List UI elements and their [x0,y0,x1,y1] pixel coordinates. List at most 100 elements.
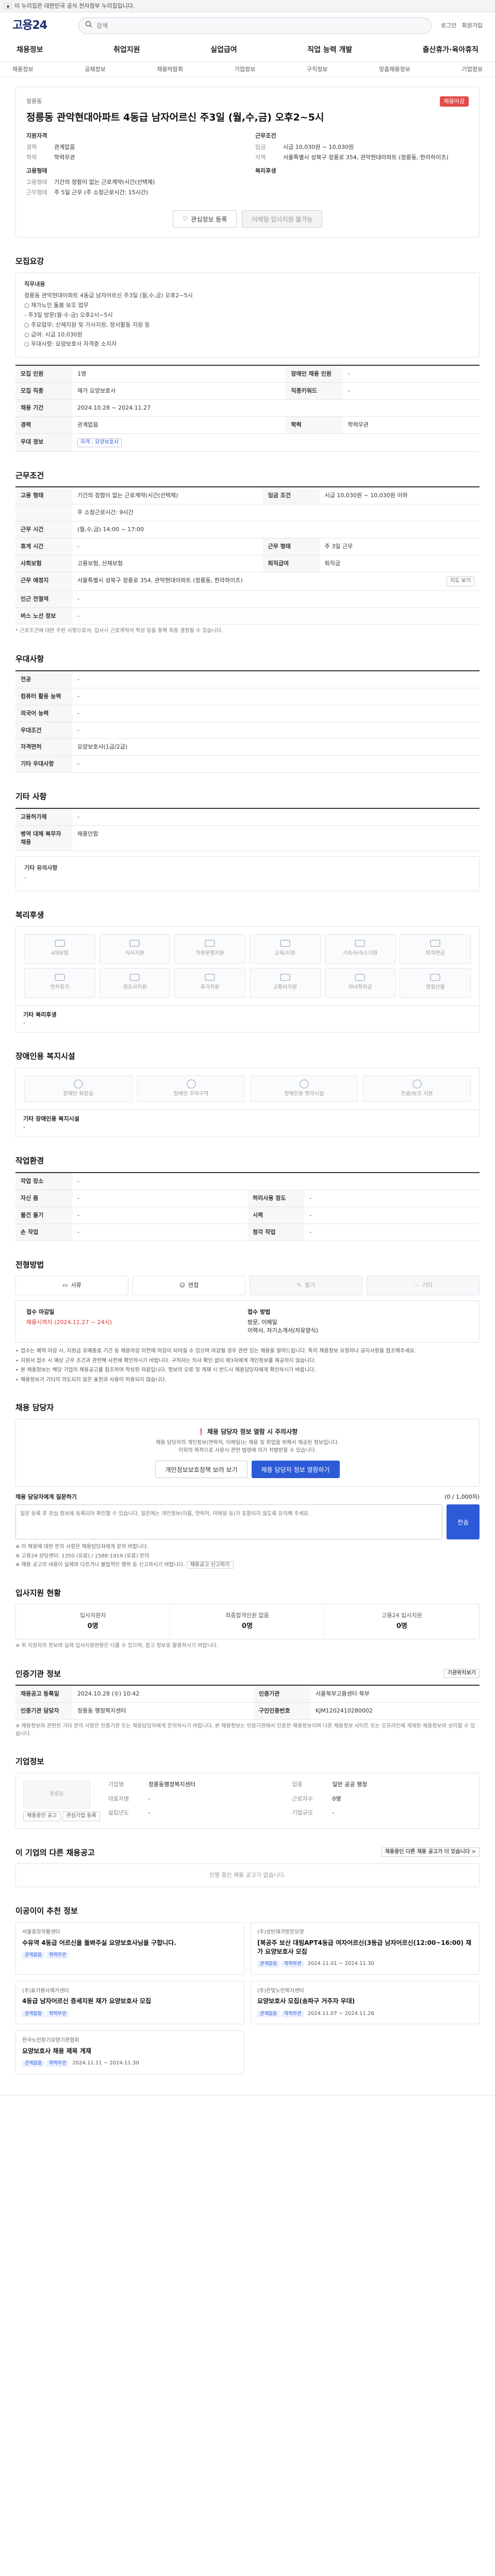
qna-submit-button[interactable]: 전송 [447,1504,480,1540]
subnav-item[interactable]: 기업정보 [235,65,255,74]
reco-org: 한국노인장기요양기관협회 [22,2038,79,2044]
table-row: 버스 노선 정보 - [15,607,480,625]
subnav-item[interactable]: 구직정보 [307,65,327,74]
scrap-button[interactable]: ♡ 관심정보 등록 [172,210,237,228]
show-contact-button[interactable]: 채용 담당자 정보 열람하기 [251,1461,340,1479]
welfare-label: 교통비지원 [273,985,297,991]
company-logo: 정릉동 [23,1781,90,1809]
extra-table: 전공 - 컴퓨터 활용 능력 - 외국어 능력 - 우대조건 - 자격면허 요양보호사(1… [15,670,480,773]
contact-notes: ※ 이 채용에 대한 문의 사항은 채용담당자에게 문의 바랍니다. ※ 고용2… [15,1544,480,1569]
reco-title[interactable]: 4동급 남자어르신 증세지원 재가 요양보호사 모집 [22,1997,238,2006]
footer [0,2094,495,2136]
company-info: 기업명 정릉동행정복지센터 업종 일반 공공 행정 대표자명 - 근로자수 0명 설립년… [108,1781,472,1821]
login-link[interactable]: 로그인 [441,22,456,30]
disability-other-value: - [23,1124,25,1131]
row-value: - [72,688,480,705]
row-key: 직종키워드 [286,382,343,400]
qna-textarea[interactable] [15,1504,442,1540]
tuition-icon [355,974,366,981]
reco-title[interactable]: 요양보호사 채용 제목 게재 [22,2047,238,2056]
status-badge: 채용마감 [439,96,469,107]
subnav-item[interactable]: 채용박람회 [157,65,183,74]
table-row: 고용허가제 - [15,808,480,826]
contact-note: ※ 이 채용에 대한 문의 사항은 채용담당자에게 문의 바랍니다. [15,1544,148,1550]
nav-item-unemployment[interactable]: 실업급여 [206,45,241,55]
welfare-label: 휴가지원 [200,985,220,991]
apply-chip-label: 필기 [304,1282,316,1289]
nav-item-leave[interactable]: 출산휴가·육아휴직 [419,45,483,55]
subnav-item[interactable]: 기업정보 [462,65,483,74]
recruit-section: 모집요강 직무내용 정릉동 관악현대아파트 4동급 남자어르신 주3일 (월,수… [15,256,480,452]
nav-item-training[interactable]: 직업 능력 개발 [303,45,356,55]
welfare-label: 차량운행지원 [195,951,224,957]
privacy-policy-button[interactable]: 개인정보보호정책 보러 보기 [155,1461,248,1479]
recommend-card[interactable]: (주)성빈재가방문요양 [북공주 보산 대림APT4동급 여자어르신(3등급 남… [251,1922,480,1975]
map-button[interactable]: 지도 보기 [447,577,474,586]
subnav-item[interactable]: 채용정보 [12,65,33,74]
nav-item-support[interactable]: 취업지원 [109,45,144,55]
row-value: 퇴직금 [319,555,480,573]
welfare-item: 연차휴가 [24,968,95,998]
row-key: 인증기관 [253,1685,310,1703]
section-title: 이 기업의 다른 채용공고 [15,1848,95,1857]
meal-icon [129,940,140,947]
recommend-card[interactable]: (주)효가봉사재가센터 4동급 남자어르신 증세지원 재가 요양보호사 모집 관… [15,1980,244,2025]
search-input[interactable] [96,22,425,29]
row-key: 구인인증번호 [253,1702,310,1720]
site-logo[interactable]: 고용24 [12,18,69,34]
disability-section: 장애인용 복지시설 장애인 화장실 장애인 주차구역 장애인용 편의시설 진료/… [15,1051,480,1138]
welfare-item: 명절선물 [400,968,471,998]
job-org-name: 정릉동 [26,98,42,105]
section-title: 인증기관 정보 [15,1669,61,1679]
subnav-item[interactable]: 공채정보 [85,65,105,74]
accessibility-icon [299,1079,309,1089]
search-bar[interactable] [78,18,432,34]
scrap-label: 관심정보 등록 [191,215,227,223]
main-nav: 채용정보 취업지원 실업급여 직업 능력 개발 출산휴가·육아휴직 [0,39,495,62]
nav-item-jobs[interactable]: 채용정보 [12,45,47,55]
welfare-other-value: - [23,1019,25,1026]
reco-tag: 관계없음 [257,2010,280,2018]
row-value: 주 3일 근무 [319,538,480,556]
recommend-card[interactable]: 한국노인장기요양기관협회 요양보호사 채용 제목 게재 관계없음 학력무관 202… [15,2030,244,2074]
table-row: 전공 - [15,670,480,688]
stat-label: 최종합격인원 없음 [225,1612,269,1619]
row-value: - [342,365,480,383]
contact-warning: ❗ 채용 담당자 정보 열람 시 주의사항 [24,1428,471,1436]
workenv-section: 작업환경 작업 장소 - 자신 몸 - 허리사용 정도 - 물건 들기 - 시력 - 손 작업… [15,1156,480,1241]
subnav-item[interactable]: 맞춤채용정보 [379,65,410,74]
conditions-note: * 근로조건에 대한 주된 사항으로서, 입사시 근로계약서 작성 등을 통해 … [15,628,223,634]
korea-flag-icon [4,3,11,9]
recommend-card[interactable]: (주)은빛노인복지센터 요양보호사 모집(송파구 거주자 우대) 관계없음 학력무… [251,1980,480,2025]
reco-title[interactable]: 요양보호사 모집(송파구 거주자 우대) [257,1997,473,2006]
search-icon[interactable] [85,21,92,31]
duty-title: 직무내용 [24,280,45,287]
duty-line: ○ 급여: 시급 10,030원 [24,331,82,338]
others-more-link[interactable]: 채용중인 다른 채용 공고가 더 있습니다 > [381,1847,480,1857]
document-icon: ▭ [62,1282,68,1289]
row-value: 2024.10.28 ~ 2024.11.27 [72,399,480,417]
recommend-card[interactable]: 서울중앙자활센터 수유역 4동급 어르신을 돌봐주실 요양보호사님을 구합니다.… [15,1922,244,1975]
company-scrap-button[interactable]: 관심기업 등록 [62,1811,100,1821]
conditions-table: 고용 형태 기간의 정함이 없는 근로계약(시간(선택제) 임금 조건 시급 10,0… [15,486,480,625]
company-jobs-button[interactable]: 채용중인 공고 [23,1811,61,1821]
disability-other-label: 기타 장애인용 복지시설 [23,1115,79,1123]
reco-title[interactable]: 수유역 4동급 어르신을 돌봐주실 요양보호사님을 구합니다. [22,1939,238,1947]
row-key: 기타 우대사항 [15,755,72,773]
summary-value: 기간의 정함이 없는 근로계약(시간(선택제) [54,179,155,186]
info-value: 정릉동행정복지센터 [148,1781,195,1788]
row-key: 버스 노선 정보 [15,607,72,625]
contact-sub2: 이외의 목적으로 사용시 관련 법령에 의거 처벌받을 수 있습니다. [178,1447,317,1453]
signup-link[interactable]: 회원가입 [462,22,483,30]
welfare-box: 4대보험 식사지원 차량운행지원 교육/지원 기숙사/숙소지원 퇴직연금 연차휴… [15,926,480,1006]
table-row: 인근 전철역 - [15,590,480,608]
apply-button[interactable]: 이메일·입사지원 불가능 [242,210,323,228]
etc-memo-box: 기타 유의사항 - [15,856,480,891]
agency-map-button[interactable]: 기관위치보기 [443,1668,480,1679]
report-button[interactable]: 채용공고 신고하기 [186,1561,234,1569]
table-row: 주 소정근로시간: 9시간 [15,504,480,522]
reco-title[interactable]: [북공주 보산 대림APT4동급 여자어르신(3등급 남자어르신(12:00~1… [257,1939,473,1957]
row-key: 휴게 시간 [15,538,72,556]
table-row: 컴퓨터 활용 능력 - [15,688,480,705]
reco-date: 2024.11.01 ~ 2024.11.30 [307,1961,374,1967]
